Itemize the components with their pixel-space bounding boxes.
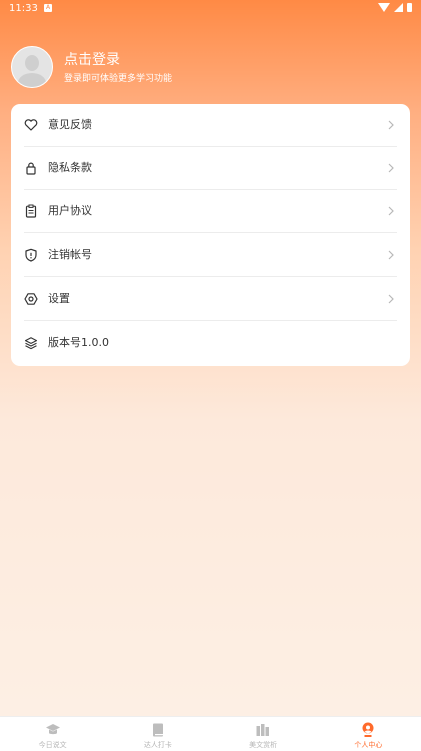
avatar-shoulders (18, 73, 46, 87)
chevron-right-icon (388, 206, 394, 216)
avatar-head (25, 55, 39, 71)
tab-checkin[interactable]: 达人打卡 (105, 717, 210, 751)
chevron-right-icon (388, 163, 394, 173)
menu-item-label: 用户协议 (48, 204, 92, 217)
status-icons (378, 3, 412, 12)
chevron-right-icon (388, 294, 394, 304)
menu-item-label: 意见反馈 (48, 118, 92, 131)
profile-header[interactable]: 点击登录 登录即可体验更多学习功能 (11, 46, 411, 90)
chevron-right-icon (388, 120, 394, 130)
divider (24, 276, 397, 277)
tab-label: 美文赏析 (249, 741, 278, 749)
status-app-badge: A (45, 4, 51, 11)
tab-today-word[interactable]: 今日说文 (0, 717, 105, 751)
signal-icon (394, 3, 403, 12)
menu-item-privacy[interactable]: 隐私条款 (11, 147, 410, 190)
tab-appreciation[interactable]: 美文赏析 (211, 717, 316, 751)
shield-icon (25, 248, 37, 262)
menu-item-settings[interactable]: 设置 (11, 278, 410, 321)
lock-icon (26, 162, 36, 175)
tab-label: 今日说文 (38, 741, 67, 749)
avatar[interactable] (11, 46, 53, 88)
status-bar: 11:33 A (0, 0, 421, 18)
menu-item-delete-account[interactable]: 注销帐号 (11, 234, 410, 277)
divider (24, 320, 397, 321)
status-time: 11:33 (9, 3, 38, 14)
login-title[interactable]: 点击登录 (64, 49, 120, 69)
bottom-tab-bar: 今日说文 达人打卡 美文赏析 个人中心 (0, 716, 421, 751)
menu-item-user-agreement[interactable]: 用户协议 (11, 190, 410, 233)
layers-icon (24, 337, 38, 350)
chevron-right-icon (388, 250, 394, 260)
menu-item-version: 版本号1.0.0 (11, 322, 410, 365)
menu-item-label: 设置 (48, 292, 70, 305)
graduation-cap-icon (45, 724, 60, 735)
menu-item-feedback[interactable]: 意见反馈 (11, 104, 410, 147)
divider (24, 232, 397, 233)
login-subtitle: 登录即可体验更多学习功能 (64, 74, 173, 84)
clipboard-icon (25, 204, 37, 218)
menu-item-label: 隐私条款 (48, 161, 92, 174)
tab-label: 达人打卡 (143, 741, 172, 749)
menu-item-label: 注销帐号 (48, 248, 92, 261)
book-icon (152, 723, 163, 737)
tab-profile[interactable]: 个人中心 (316, 717, 421, 751)
person-icon (362, 722, 374, 737)
settings-hexagon-icon (24, 293, 38, 305)
status-app-icon: A (44, 4, 52, 12)
heart-icon (24, 119, 38, 131)
wifi-icon (378, 3, 390, 12)
menu-card: 意见反馈 隐私条款 用户协议 注销帐号 设置 版本号1.0.0 (11, 104, 410, 366)
books-icon (256, 724, 270, 736)
version-label: 版本号1.0.0 (48, 336, 109, 349)
battery-icon (407, 3, 412, 12)
tab-label: 个人中心 (354, 741, 383, 749)
